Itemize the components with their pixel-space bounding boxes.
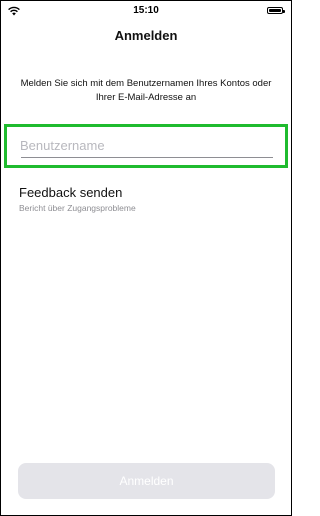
battery-icon [267, 7, 285, 14]
status-time: 15:10 [133, 5, 159, 16]
input-underline [21, 157, 273, 158]
status-bar: 15:10 [1, 1, 291, 21]
feedback-title: Feedback senden [19, 185, 123, 200]
feedback-subtitle: Bericht über Zugangsprobleme [19, 203, 136, 213]
username-input[interactable] [20, 134, 274, 156]
send-feedback-link[interactable]: Feedback senden Bericht über Zugangsprob… [19, 185, 273, 219]
app-screen: 15:10 Anmelden Melden Sie sich mit dem B… [0, 0, 292, 516]
login-button[interactable]: Anmelden [18, 463, 275, 499]
login-instruction: Melden Sie sich mit dem Benutzernamen Ih… [20, 78, 272, 103]
page-title: Anmelden [114, 28, 178, 43]
username-field-container [4, 124, 288, 168]
